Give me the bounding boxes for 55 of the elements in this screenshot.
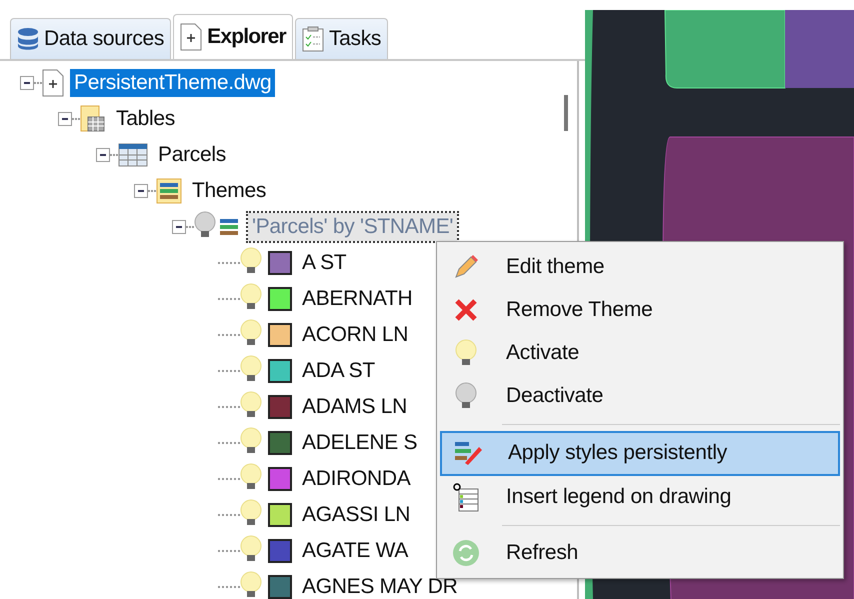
tree-item[interactable]: ACORN LN	[298, 321, 412, 349]
menu-item[interactable]: Apply styles persistently	[440, 430, 840, 476]
checklist-icon	[302, 26, 324, 52]
lightbulb-icon	[455, 338, 477, 367]
themes-icon	[156, 178, 182, 204]
pencil-icon	[453, 254, 479, 280]
lightbulb-icon	[240, 246, 262, 274]
tree-item[interactable]: ADIRONDA	[298, 465, 414, 493]
refresh-icon	[452, 539, 480, 568]
menu-item[interactable]: Activate	[440, 331, 840, 374]
database-icon	[17, 27, 39, 51]
tree-item[interactable]: Parcels	[154, 141, 230, 169]
tab[interactable]: Explorer	[173, 14, 293, 59]
tree-item[interactable]: ADELENE S	[298, 429, 422, 457]
tree-item[interactable]: Tables	[112, 105, 179, 133]
menu-item[interactable]: Refresh	[440, 532, 840, 575]
tree-item[interactable]: ADAMS LN	[298, 393, 411, 421]
tree-item[interactable]: A ST	[298, 249, 350, 277]
menu-item[interactable]: Insert legend on drawing	[440, 476, 840, 519]
menu-item[interactable]: Remove Theme	[440, 288, 840, 332]
tab[interactable]: Tasks	[294, 18, 388, 59]
tables-icon	[80, 105, 106, 133]
lightbulb-icon	[240, 282, 262, 310]
tree-item[interactable]: AGASSI LN	[298, 501, 414, 529]
tree-item[interactable]: ADA ST	[298, 357, 379, 385]
lightbulb-icon	[194, 210, 216, 238]
lightbulb-icon	[240, 390, 262, 418]
legend-icon	[452, 482, 480, 512]
lightbulb-icon	[240, 354, 262, 382]
tree-item[interactable]: AGATE WA	[298, 537, 412, 565]
menu-item[interactable]: Deactivate	[440, 374, 840, 418]
lightbulb-icon	[240, 462, 262, 490]
collapse-toggle[interactable]	[96, 148, 110, 162]
collapse-toggle[interactable]	[172, 220, 186, 234]
tree-item[interactable]: PersistentTheme.dwg	[70, 69, 276, 97]
lightbulb-icon	[455, 382, 477, 410]
lightbulb-icon	[240, 534, 262, 562]
scrollbar-thumb[interactable]	[564, 95, 568, 131]
document-icon	[42, 69, 64, 97]
lightbulb-icon	[240, 426, 262, 454]
collapse-toggle[interactable]	[58, 112, 72, 126]
tree-item[interactable]: ABERNATH	[298, 285, 416, 313]
table-icon	[118, 143, 148, 167]
tab[interactable]: Data sources	[10, 18, 172, 59]
close-icon	[454, 298, 478, 322]
lightbulb-icon	[240, 498, 262, 526]
styles-brush-icon	[453, 439, 483, 468]
collapse-toggle[interactable]	[20, 76, 34, 90]
lightbulb-icon	[240, 570, 262, 598]
tree-item[interactable]: AGNES MAY DR	[298, 573, 462, 599]
document-icon	[180, 23, 202, 51]
tree-item[interactable]: Themes	[188, 177, 270, 205]
lightbulb-icon	[240, 318, 262, 346]
collapse-toggle[interactable]	[134, 184, 148, 198]
menu-item[interactable]: Edit theme	[440, 245, 840, 288]
